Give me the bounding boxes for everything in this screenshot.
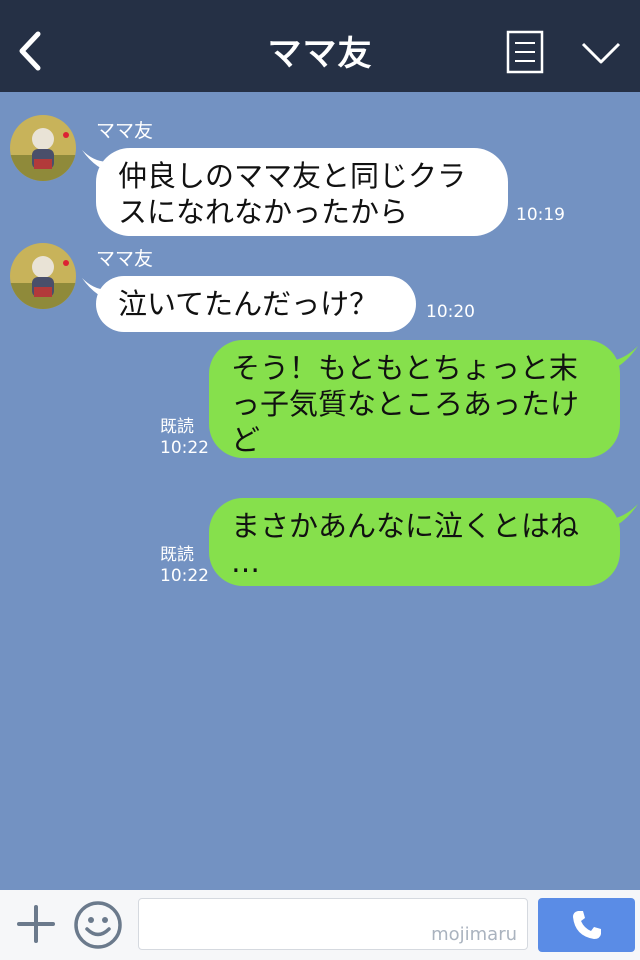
message-input[interactable]: mojimaru <box>138 898 528 950</box>
chat-header: ママ友 <box>0 0 640 92</box>
sender-name: ママ友 <box>96 120 154 142</box>
plus-icon[interactable] <box>16 904 56 944</box>
message-time: 10:20 <box>426 302 475 322</box>
message-line: ど <box>231 423 261 457</box>
chevron-down-icon[interactable] <box>580 40 622 66</box>
notes-icon[interactable] <box>506 30 544 74</box>
message-line: 泣いてたんだっけ？ <box>118 287 379 321</box>
message-line: 仲良しのママ友と同じクラ <box>118 159 467 193</box>
message-line: まさかあんなに泣くとはね <box>231 509 580 543</box>
read-receipt: 既読 10:22 <box>160 417 209 459</box>
message-line: … <box>231 545 260 579</box>
avatar-image <box>10 243 76 309</box>
phone-icon <box>573 911 601 939</box>
sender-name: ママ友 <box>96 248 154 270</box>
message-line: そう！もともとちょっと末 <box>231 351 578 385</box>
avatar[interactable] <box>10 243 76 309</box>
message-line: スになれなかったから <box>118 195 409 229</box>
smiley-icon[interactable] <box>73 900 123 950</box>
read-label: 既読 <box>160 417 194 437</box>
watermark-text: mojimaru <box>431 924 517 945</box>
message-line: っ子気質なところあったけ <box>231 387 580 421</box>
read-label: 既読 <box>160 545 194 565</box>
message-bubble[interactable]: そう！もともとちょっと末 っ子気質なところあったけ ど <box>209 340 620 458</box>
message-time: 10:22 <box>160 566 209 586</box>
chat-area[interactable]: ママ友 仲良しのママ友と同じクラ スになれなかったから 10:19 ママ友 泣い… <box>0 92 640 890</box>
avatar-image <box>10 115 76 181</box>
avatar[interactable] <box>10 115 76 181</box>
message-bubble[interactable]: 泣いてたんだっけ？ <box>96 276 416 332</box>
message-time: 10:22 <box>160 438 209 458</box>
call-button[interactable] <box>538 898 635 952</box>
message-time: 10:19 <box>516 205 565 225</box>
message-input-bar: mojimaru <box>0 890 640 960</box>
message-bubble[interactable]: 仲良しのママ友と同じクラ スになれなかったから <box>96 148 508 236</box>
message-bubble[interactable]: まさかあんなに泣くとはね … <box>209 498 620 586</box>
read-receipt: 既読 10:22 <box>160 545 209 587</box>
chat-title: ママ友 <box>267 34 373 74</box>
